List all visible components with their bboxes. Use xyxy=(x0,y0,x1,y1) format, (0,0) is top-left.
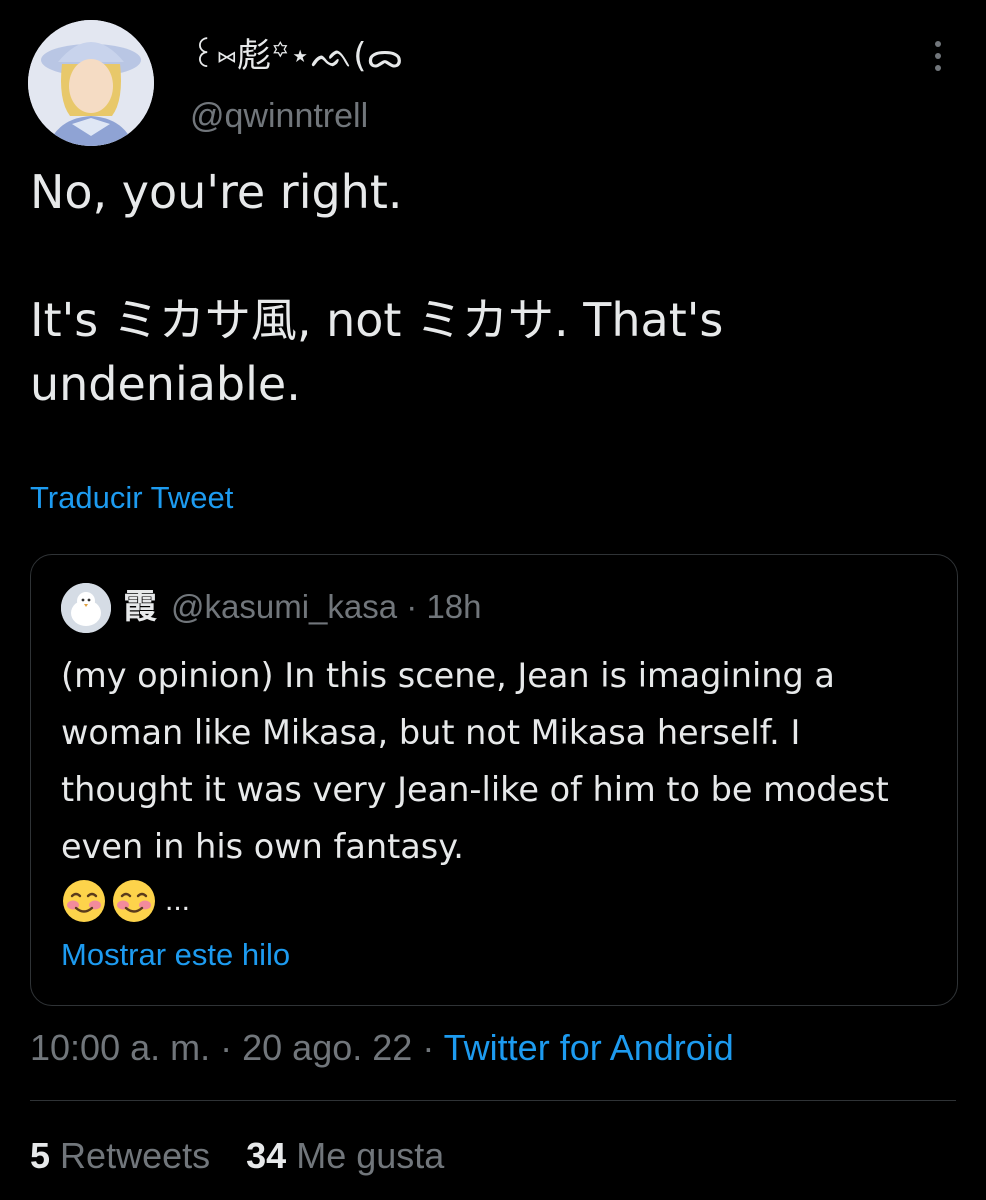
retweets-stat[interactable]: 5 Retweets xyxy=(30,1135,220,1176)
quoted-author-name: 霞 xyxy=(123,587,157,627)
quoted-time: 18h xyxy=(426,588,482,625)
more-options-icon[interactable] xyxy=(920,38,956,74)
engagement-stats: 5 Retweets 34 Me gusta xyxy=(30,1132,470,1180)
retweets-label: Retweets xyxy=(60,1135,211,1176)
quoted-meta: @kasumi_kasa · 18h xyxy=(171,585,482,629)
author-display-name[interactable]: ꒰⑅彪꙳⋆ᨒ(ᯅ xyxy=(190,34,403,78)
tweet-header: ꒰⑅彪꙳⋆ᨒ(ᯅ @qwinntrell xyxy=(0,0,986,160)
tweet-timestamp-row: 10:00 a. m. · 20 ago. 22 · Twitter for A… xyxy=(30,1024,734,1072)
tweet-text: No, you're right. It's ミカサ風, not ミカサ. Th… xyxy=(30,165,724,411)
timestamp-separator: · xyxy=(422,1027,435,1068)
translate-tweet-link[interactable]: Traducir Tweet xyxy=(30,476,233,520)
quoted-tweet[interactable]: 霞 @kasumi_kasa · 18h (my opinion) In thi… xyxy=(30,554,958,1006)
smiling-face-with-blush-icon xyxy=(63,880,105,922)
tweet-source-link[interactable]: Twitter for Android xyxy=(444,1027,734,1068)
avatar-image xyxy=(28,20,154,146)
author-handle[interactable]: @qwinntrell xyxy=(190,94,368,138)
more-dot xyxy=(935,65,941,71)
retweets-count: 5 xyxy=(30,1135,51,1176)
likes-stat[interactable]: 34 Me gusta xyxy=(246,1135,444,1176)
quoted-body-text: (my opinion) In this scene, Jean is imag… xyxy=(61,656,889,866)
author-avatar[interactable] xyxy=(28,20,154,146)
more-dot xyxy=(935,41,941,47)
smiling-face-with-blush-icon xyxy=(113,880,155,922)
quoted-separator: · xyxy=(406,588,418,625)
more-dot xyxy=(935,53,941,59)
quoted-handle: @kasumi_kasa xyxy=(171,588,398,625)
quoted-avatar-image xyxy=(61,583,111,633)
tweet-time[interactable]: 10:00 a. m. xyxy=(30,1027,210,1068)
quoted-ellipsis: ... xyxy=(165,884,191,917)
show-thread-link[interactable]: Mostrar este hilo xyxy=(61,933,290,977)
timestamp-separator: · xyxy=(220,1027,233,1068)
quoted-author-avatar xyxy=(61,583,111,633)
quoted-emoji-row: ... xyxy=(61,873,190,929)
divider xyxy=(30,1100,956,1101)
tweet-date[interactable]: 20 ago. 22 xyxy=(242,1027,412,1068)
likes-count: 34 xyxy=(246,1135,287,1176)
likes-label: Me gusta xyxy=(296,1135,445,1176)
